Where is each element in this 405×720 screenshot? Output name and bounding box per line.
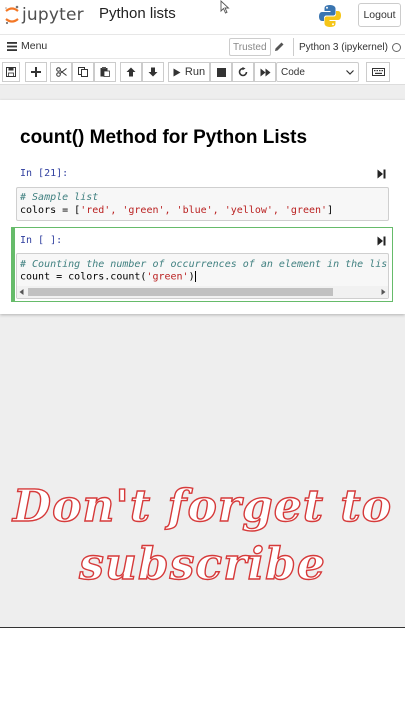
copy-button[interactable] <box>72 62 94 82</box>
plus-icon <box>31 67 41 77</box>
cell-1-code-editor[interactable]: # Sample list colors = ['red', 'green', … <box>16 187 389 221</box>
hamburger-icon <box>7 41 17 51</box>
code-token: colors = [ <box>20 205 81 216</box>
notebook-toolbar: Run Code <box>0 58 405 85</box>
cell-1-comment: # Sample list <box>20 192 99 203</box>
subscribe-line-1: Don't forget to <box>12 480 393 532</box>
save-button[interactable] <box>2 62 20 82</box>
menu-button[interactable]: Menu <box>7 40 47 52</box>
restart-run-all-button[interactable] <box>254 62 276 82</box>
cell-2-comment: # Counting the number of occurrences of … <box>20 259 389 270</box>
subscribe-overlay-text: Don't forget to subscribe <box>0 478 405 594</box>
paste-icon <box>100 67 110 77</box>
keyboard-icon <box>371 68 385 76</box>
code-string-token: 'green' <box>146 271 189 283</box>
notebook-header: jupyter Python lists Logout <box>0 0 405 34</box>
scroll-left-icon[interactable] <box>19 289 24 295</box>
save-icon <box>6 67 16 77</box>
jupyter-logo-icon <box>5 5 19 25</box>
arrow-up-icon <box>126 67 136 77</box>
pencil-icon[interactable] <box>274 41 285 52</box>
move-up-button[interactable] <box>120 62 142 82</box>
code-string-token: 'red', 'green', 'blue', 'yellow', 'green… <box>80 205 328 216</box>
play-icon <box>173 68 181 76</box>
jupyter-logo[interactable]: jupyter <box>4 4 84 26</box>
copy-icon <box>78 67 88 77</box>
kernel-name: Python 3 (ipykernel) <box>299 41 388 53</box>
bottom-blank-area <box>0 628 405 720</box>
run-label: Run <box>184 66 206 78</box>
interrupt-button[interactable] <box>210 62 232 82</box>
horizontal-scrollbar[interactable] <box>17 286 388 298</box>
cell-2-prompt: In [ ]: <box>20 235 63 246</box>
run-cell-2-icon[interactable] <box>377 236 386 246</box>
cell-1-code-line: colors = ['red', 'green', 'blue', 'yello… <box>20 205 333 216</box>
restart-kernel-button[interactable] <box>232 62 254 82</box>
kernel-indicator[interactable]: Python 3 (ipykernel) <box>293 38 401 56</box>
mouse-cursor-icon <box>220 0 230 14</box>
run-cell-1-icon[interactable] <box>377 169 386 179</box>
jupyter-notebook-screen: jupyter Python lists Logout Menu Trusted <box>0 0 405 720</box>
kernel-status-icon <box>391 42 401 52</box>
markdown-heading: count() Method for Python Lists <box>20 127 308 148</box>
run-button[interactable]: Run <box>168 62 210 82</box>
subscribe-line-2: subscribe <box>78 538 326 590</box>
code-token: count = colors.count( <box>20 271 147 283</box>
jupyter-logo-text: jupyter <box>22 5 84 25</box>
arrow-down-icon <box>148 67 158 77</box>
fast-forward-icon <box>260 68 270 76</box>
scrollbar-thumb[interactable] <box>28 288 333 296</box>
chevron-down-icon <box>346 69 354 75</box>
python-logo-icon <box>319 5 341 27</box>
text-cursor <box>194 271 196 282</box>
menu-bar: Menu Trusted Python 3 (ipykernel) <box>0 34 405 58</box>
notebook-title[interactable]: Python lists <box>99 5 176 22</box>
command-palette-button[interactable] <box>366 62 390 82</box>
stop-icon <box>216 67 226 77</box>
cell-type-select[interactable]: Code <box>276 62 359 82</box>
cell-2-code-line: count = colors.count('green') <box>20 271 196 283</box>
move-down-button[interactable] <box>142 62 164 82</box>
cut-button[interactable] <box>50 62 72 82</box>
selected-cell-indicator <box>11 227 15 302</box>
trusted-indicator[interactable]: Trusted <box>229 38 271 56</box>
cell-type-value: Code <box>281 66 305 78</box>
code-token: ] <box>327 205 334 216</box>
cell-1-prompt: In [21]: <box>20 168 69 179</box>
menu-label: Menu <box>21 40 48 52</box>
scissors-icon <box>55 67 67 77</box>
scroll-right-icon[interactable] <box>381 289 386 295</box>
insert-cell-button[interactable] <box>25 62 47 82</box>
paste-button[interactable] <box>94 62 116 82</box>
logout-button[interactable]: Logout <box>358 3 401 27</box>
restart-icon <box>238 67 248 77</box>
